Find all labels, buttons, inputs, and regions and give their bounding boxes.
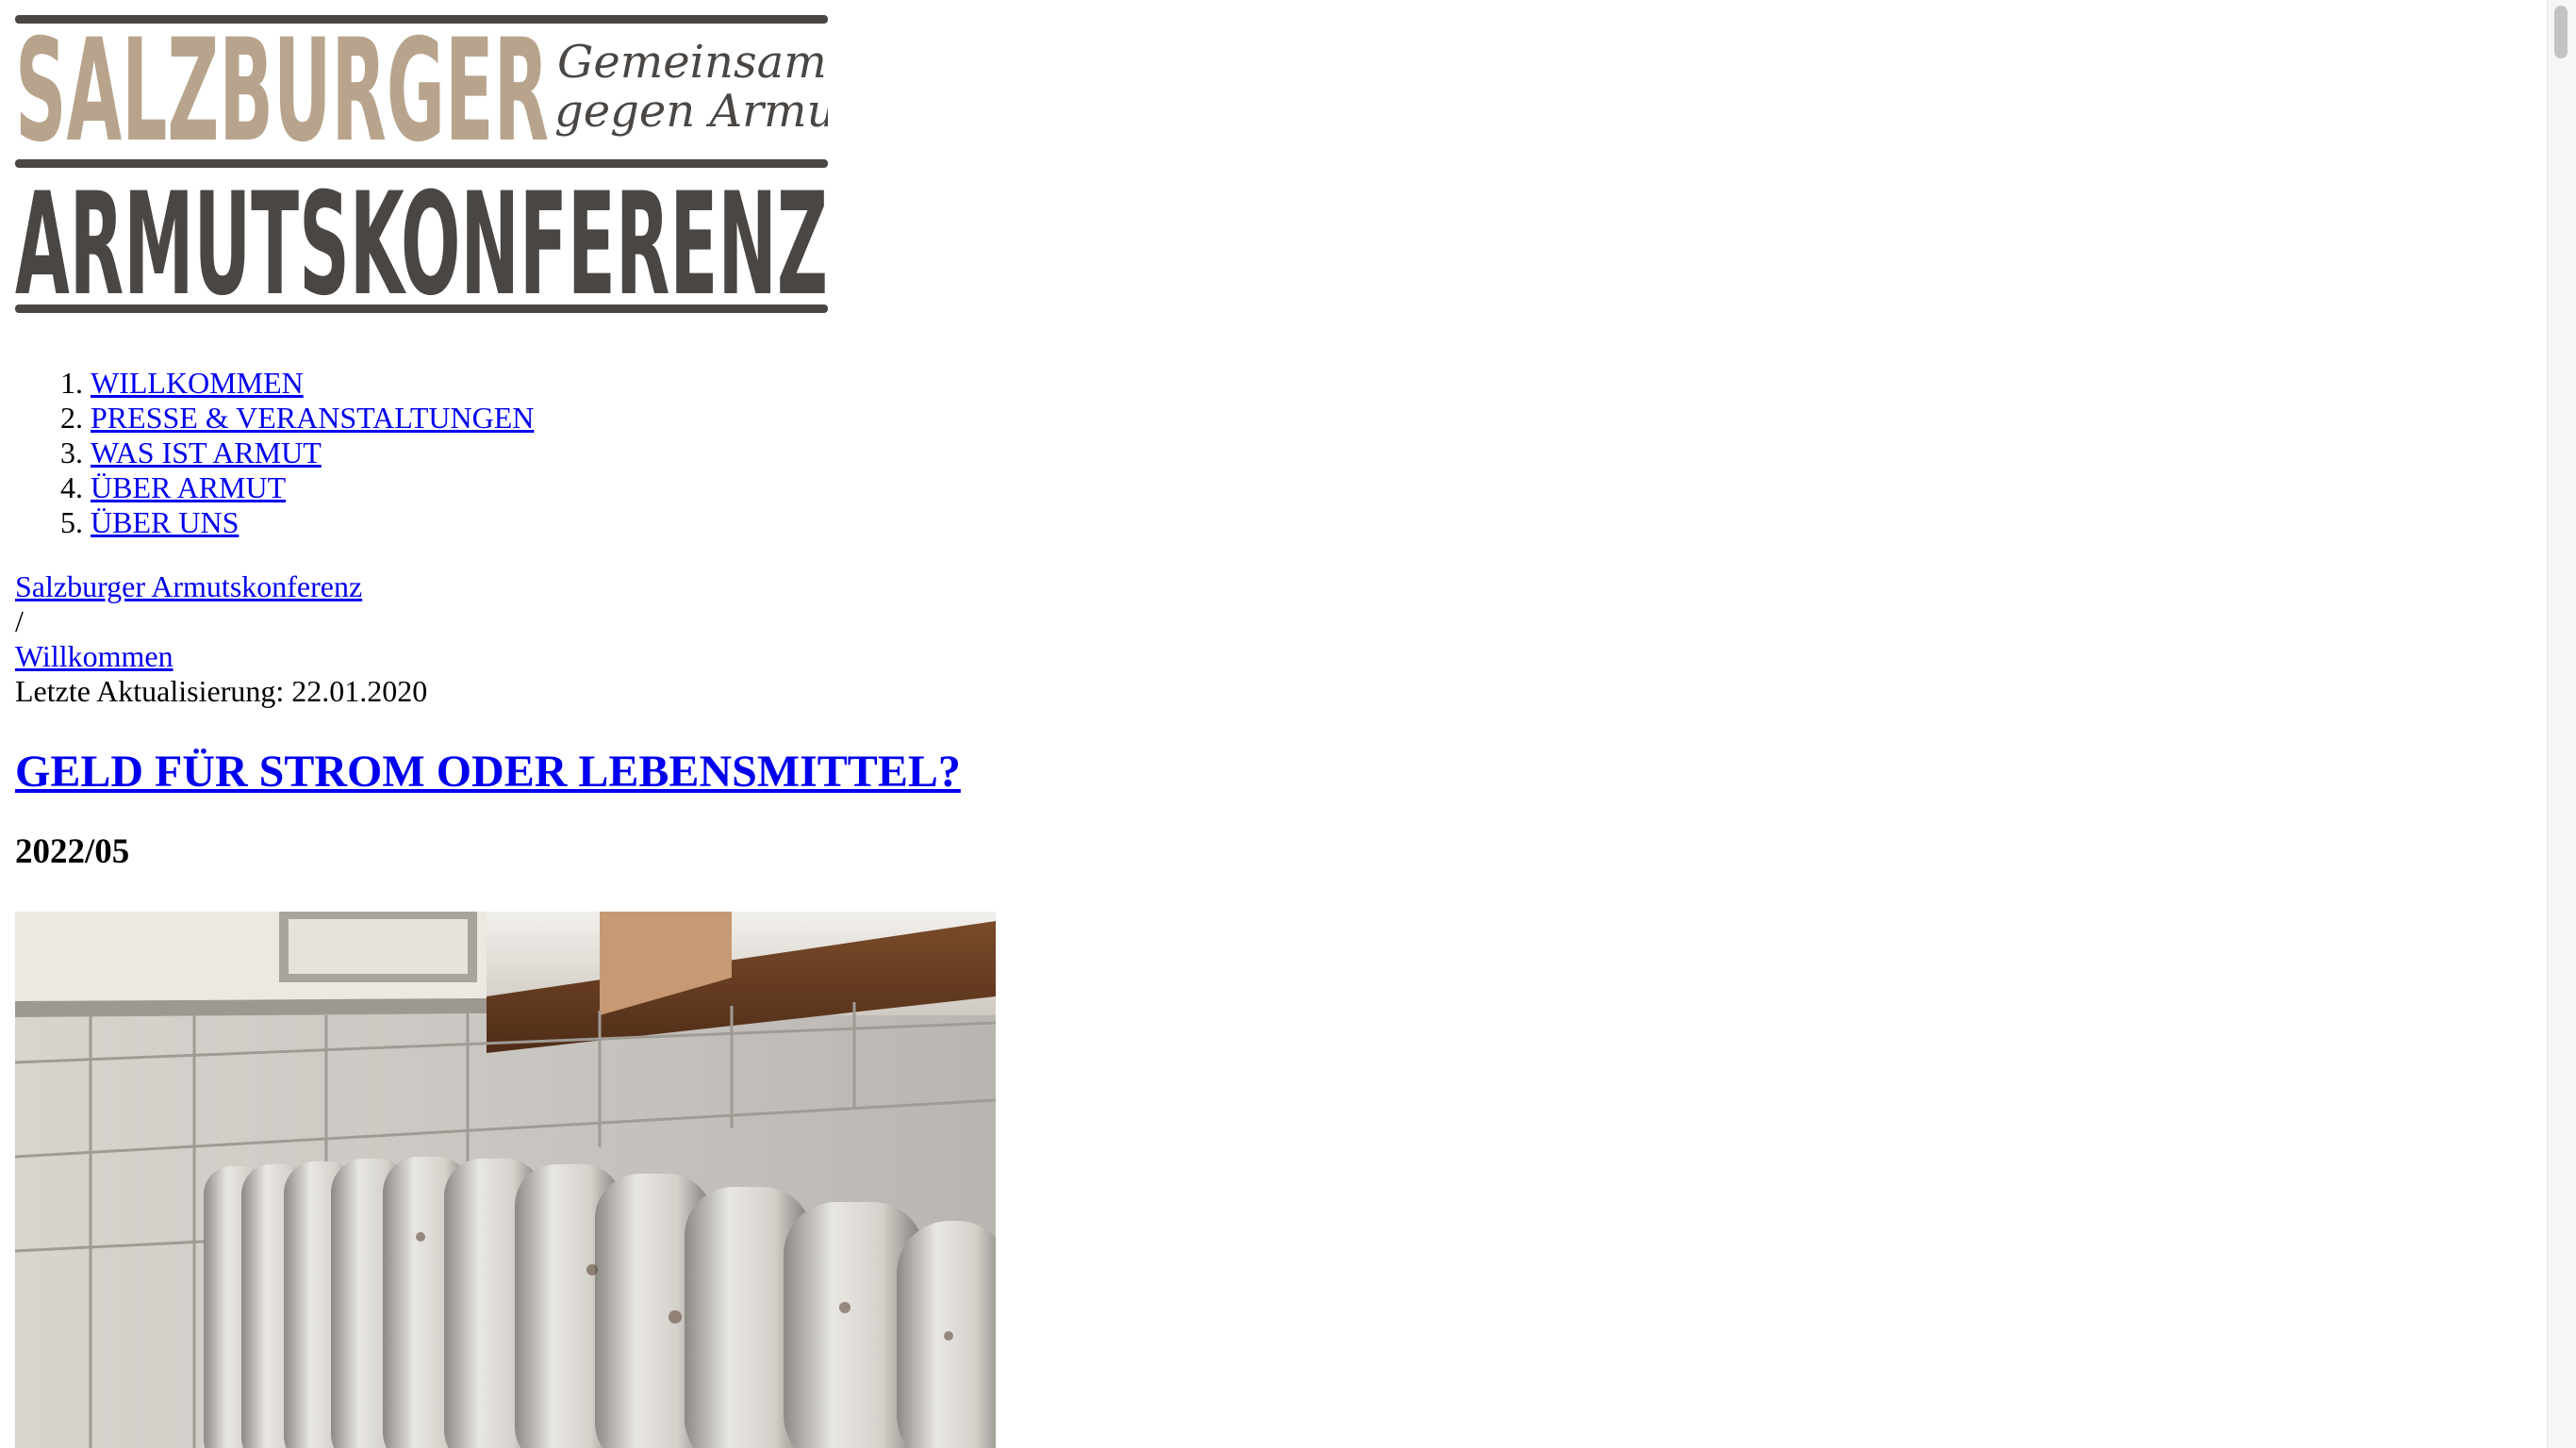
nav-item-presse: PRESSE & VERANSTALTUNGEN <box>91 401 2542 436</box>
vertical-scrollbar[interactable] <box>2547 0 2576 1448</box>
breadcrumb: Salzburger Armutskonferenz / Willkommen … <box>15 569 2542 709</box>
site-logo[interactable]: SALZBURGER Gemeinsam gegen Armut! ARMUTS… <box>15 15 828 317</box>
nav-link-was-ist-armut[interactable]: WAS IST ARMUT <box>91 436 322 469</box>
logo-line2: ARMUTSKONFERENZ <box>15 163 828 317</box>
nav-item-was-ist-armut: WAS IST ARMUT <box>91 436 2542 470</box>
main-navigation: WILLKOMMEN PRESSE & VERANSTALTUNGEN WAS … <box>15 366 2542 540</box>
scrollbar-thumb[interactable] <box>2554 6 2568 58</box>
article-title-link[interactable]: GELD FÜR STROM ODER LEBENSMITTEL? <box>15 747 961 797</box>
nav-item-ueber-uns: ÜBER UNS <box>91 505 2542 540</box>
logo-tagline-1: Gemeinsam <box>557 36 827 89</box>
nav-item-willkommen: WILLKOMMEN <box>91 366 2542 401</box>
article-heading: GELD FÜR STROM ODER LEBENSMITTEL? <box>15 746 2542 798</box>
logo-graphic: SALZBURGER Gemeinsam gegen Armut! ARMUTS… <box>15 15 828 317</box>
logo-rule-bottom <box>15 304 828 313</box>
nav-link-presse-veranstaltungen[interactable]: PRESSE & VERANSTALTUNGEN <box>91 401 534 435</box>
radiator-image <box>15 912 996 1448</box>
breadcrumb-separator: / <box>15 604 24 638</box>
last-updated-text: Letzte Aktualisierung: 22.01.2020 <box>15 674 428 708</box>
page: SALZBURGER Gemeinsam gegen Armut! ARMUTS… <box>15 0 2542 1448</box>
nav-item-ueber-armut: ÜBER ARMUT <box>91 470 2542 505</box>
radiator-photo <box>15 912 996 1448</box>
breadcrumb-home-link[interactable]: Salzburger Armutskonferenz <box>15 569 362 603</box>
nav-link-ueber-armut[interactable]: ÜBER ARMUT <box>91 470 286 504</box>
article-date: 2022/05 <box>15 832 130 871</box>
nav-link-ueber-uns[interactable]: ÜBER UNS <box>91 505 239 539</box>
logo-tagline-2: gegen Armut! <box>554 85 828 138</box>
breadcrumb-current-link[interactable]: Willkommen <box>15 639 173 673</box>
logo-line1: SALZBURGER <box>15 15 549 173</box>
nav-link-willkommen[interactable]: WILLKOMMEN <box>91 366 304 400</box>
